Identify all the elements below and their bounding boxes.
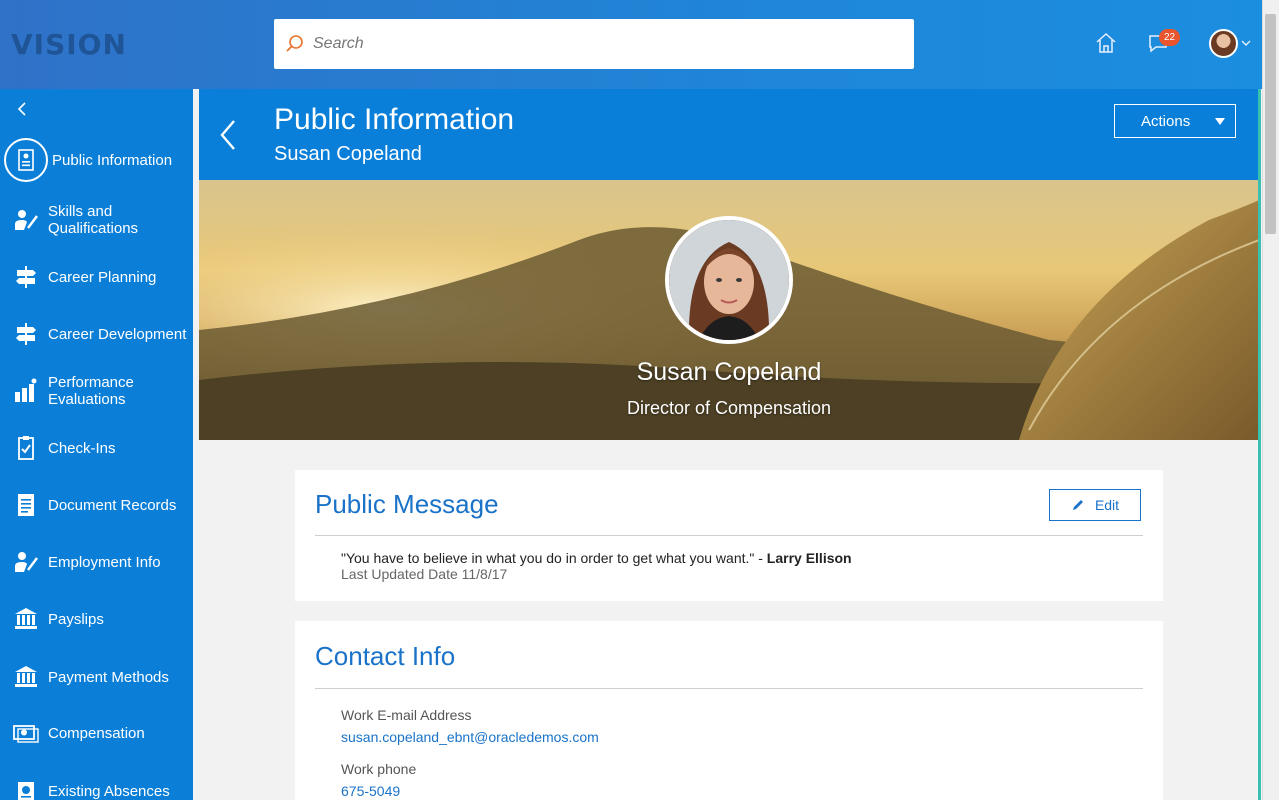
quote-text: "You have to believe in what you do in o… — [341, 550, 767, 566]
page-title-bar: Public Information Susan Copeland Action… — [199, 89, 1259, 180]
vision-logo[interactable]: VISION — [11, 28, 127, 61]
public-message-heading: Public Message — [315, 489, 499, 519]
work-email-label: Work E-mail Address — [341, 707, 472, 723]
sidebar-item-payslips[interactable]: Payslips — [0, 597, 193, 641]
contact-info-heading: Contact Info — [315, 641, 456, 671]
sidebar: Public Information Skills and Qualificat… — [0, 89, 193, 800]
home-icon[interactable] — [1093, 30, 1119, 56]
signpost-icon — [16, 323, 36, 345]
sidebar-item-label: Existing Absences — [48, 782, 170, 800]
sidebar-item-check-ins[interactable]: Check-Ins — [0, 426, 193, 470]
sidebar-item-document-records[interactable]: Document Records — [0, 483, 193, 527]
edit-label: Edit — [1094, 497, 1120, 513]
edit-button[interactable]: Edit — [1049, 489, 1141, 521]
actions-label: Actions — [1141, 112, 1191, 130]
calendar-icon — [18, 782, 34, 800]
contact-info-card: Contact Info Work E-mail Address susan.c… — [295, 621, 1163, 800]
sidebar-item-label: Payslips — [48, 610, 104, 628]
profile-role: Director of Compensation — [626, 398, 832, 418]
sidebar-item-payment-methods[interactable]: Payment Methods — [0, 655, 193, 699]
portrait-image — [669, 220, 789, 340]
work-email-link[interactable]: susan.copeland_ebnt@oracledemos.com — [341, 729, 599, 745]
sidebar-item-label: Career Development — [48, 325, 187, 343]
sidebar-item-label: Document Records — [48, 496, 177, 514]
sidebar-item-performance[interactable]: Performance Evaluations — [0, 369, 193, 413]
profile-photo — [665, 216, 793, 344]
page-title: Public Information — [274, 103, 515, 136]
chevron-left-icon[interactable] — [14, 101, 30, 117]
work-phone-link[interactable]: 675-5049 — [341, 783, 400, 799]
document-icon — [18, 494, 34, 516]
chevron-down-icon[interactable] — [1240, 38, 1252, 48]
sidebar-item-label: Public Information — [52, 151, 173, 169]
id-card-icon — [18, 149, 34, 171]
profile-name: Susan Copeland — [636, 358, 822, 386]
sidebar-item-label: Check-Ins — [48, 439, 116, 457]
page-subtitle: Susan Copeland — [274, 143, 422, 165]
public-message-text: "You have to believe in what you do in o… — [341, 550, 852, 566]
sidebar-item-public-information[interactable]: Public Information — [0, 138, 193, 182]
quote-author: Larry Ellison — [766, 550, 852, 566]
sidebar-item-compensation[interactable]: Compensation — [0, 711, 193, 755]
sidebar-item-career-development[interactable]: Career Development — [0, 312, 193, 356]
scrollbar-thumb[interactable] — [1265, 14, 1276, 234]
back-arrow-icon[interactable] — [219, 119, 237, 151]
divider — [315, 688, 1143, 689]
bank-icon — [15, 666, 37, 687]
sidebar-item-label: Career Planning — [48, 268, 157, 286]
sidebar-item-existing-absences[interactable]: Existing Absences — [0, 769, 193, 800]
sidebar-item-label: Payment Methods — [48, 668, 169, 686]
accent-edge — [1258, 89, 1261, 800]
sidebar-item-label: Compensation — [48, 724, 145, 742]
person-pencil-icon — [15, 552, 38, 572]
search-box[interactable] — [274, 19, 914, 69]
profile-banner: Susan Copeland Director of Compensation — [199, 180, 1259, 440]
divider — [315, 535, 1143, 536]
sidebar-item-label: Performance Evaluations — [48, 374, 134, 408]
clipboard-check-icon — [18, 436, 34, 460]
sidebar-item-skills[interactable]: Skills and Qualifications — [0, 198, 193, 242]
main-content: Public Information Susan Copeland Action… — [199, 89, 1259, 800]
top-header: VISION 22 — [0, 0, 1279, 89]
last-updated-date: Last Updated Date 11/8/17 — [341, 566, 508, 582]
bar-chart-person-icon — [15, 378, 37, 402]
person-pencil-icon — [15, 210, 38, 230]
public-message-card: Public Message Edit "You have to believe… — [295, 470, 1163, 601]
pencil-icon — [1072, 500, 1083, 510]
sidebar-item-employment-info[interactable]: Employment Info — [0, 540, 193, 584]
money-icon — [13, 725, 39, 743]
user-avatar[interactable] — [1209, 29, 1238, 58]
bank-icon — [15, 608, 37, 629]
sidebar-item-career-planning[interactable]: Career Planning — [0, 255, 193, 299]
work-phone-label: Work phone — [341, 761, 417, 777]
sidebar-item-label: Employment Info — [48, 553, 161, 571]
signpost-icon — [16, 266, 36, 288]
sidebar-item-label: Skills and Qualifications — [48, 203, 139, 237]
search-input[interactable] — [313, 35, 873, 53]
caret-down-icon — [1215, 118, 1225, 125]
notifications-badge: 22 — [1159, 29, 1180, 46]
actions-button[interactable]: Actions — [1114, 104, 1236, 138]
search-icon — [286, 35, 303, 52]
